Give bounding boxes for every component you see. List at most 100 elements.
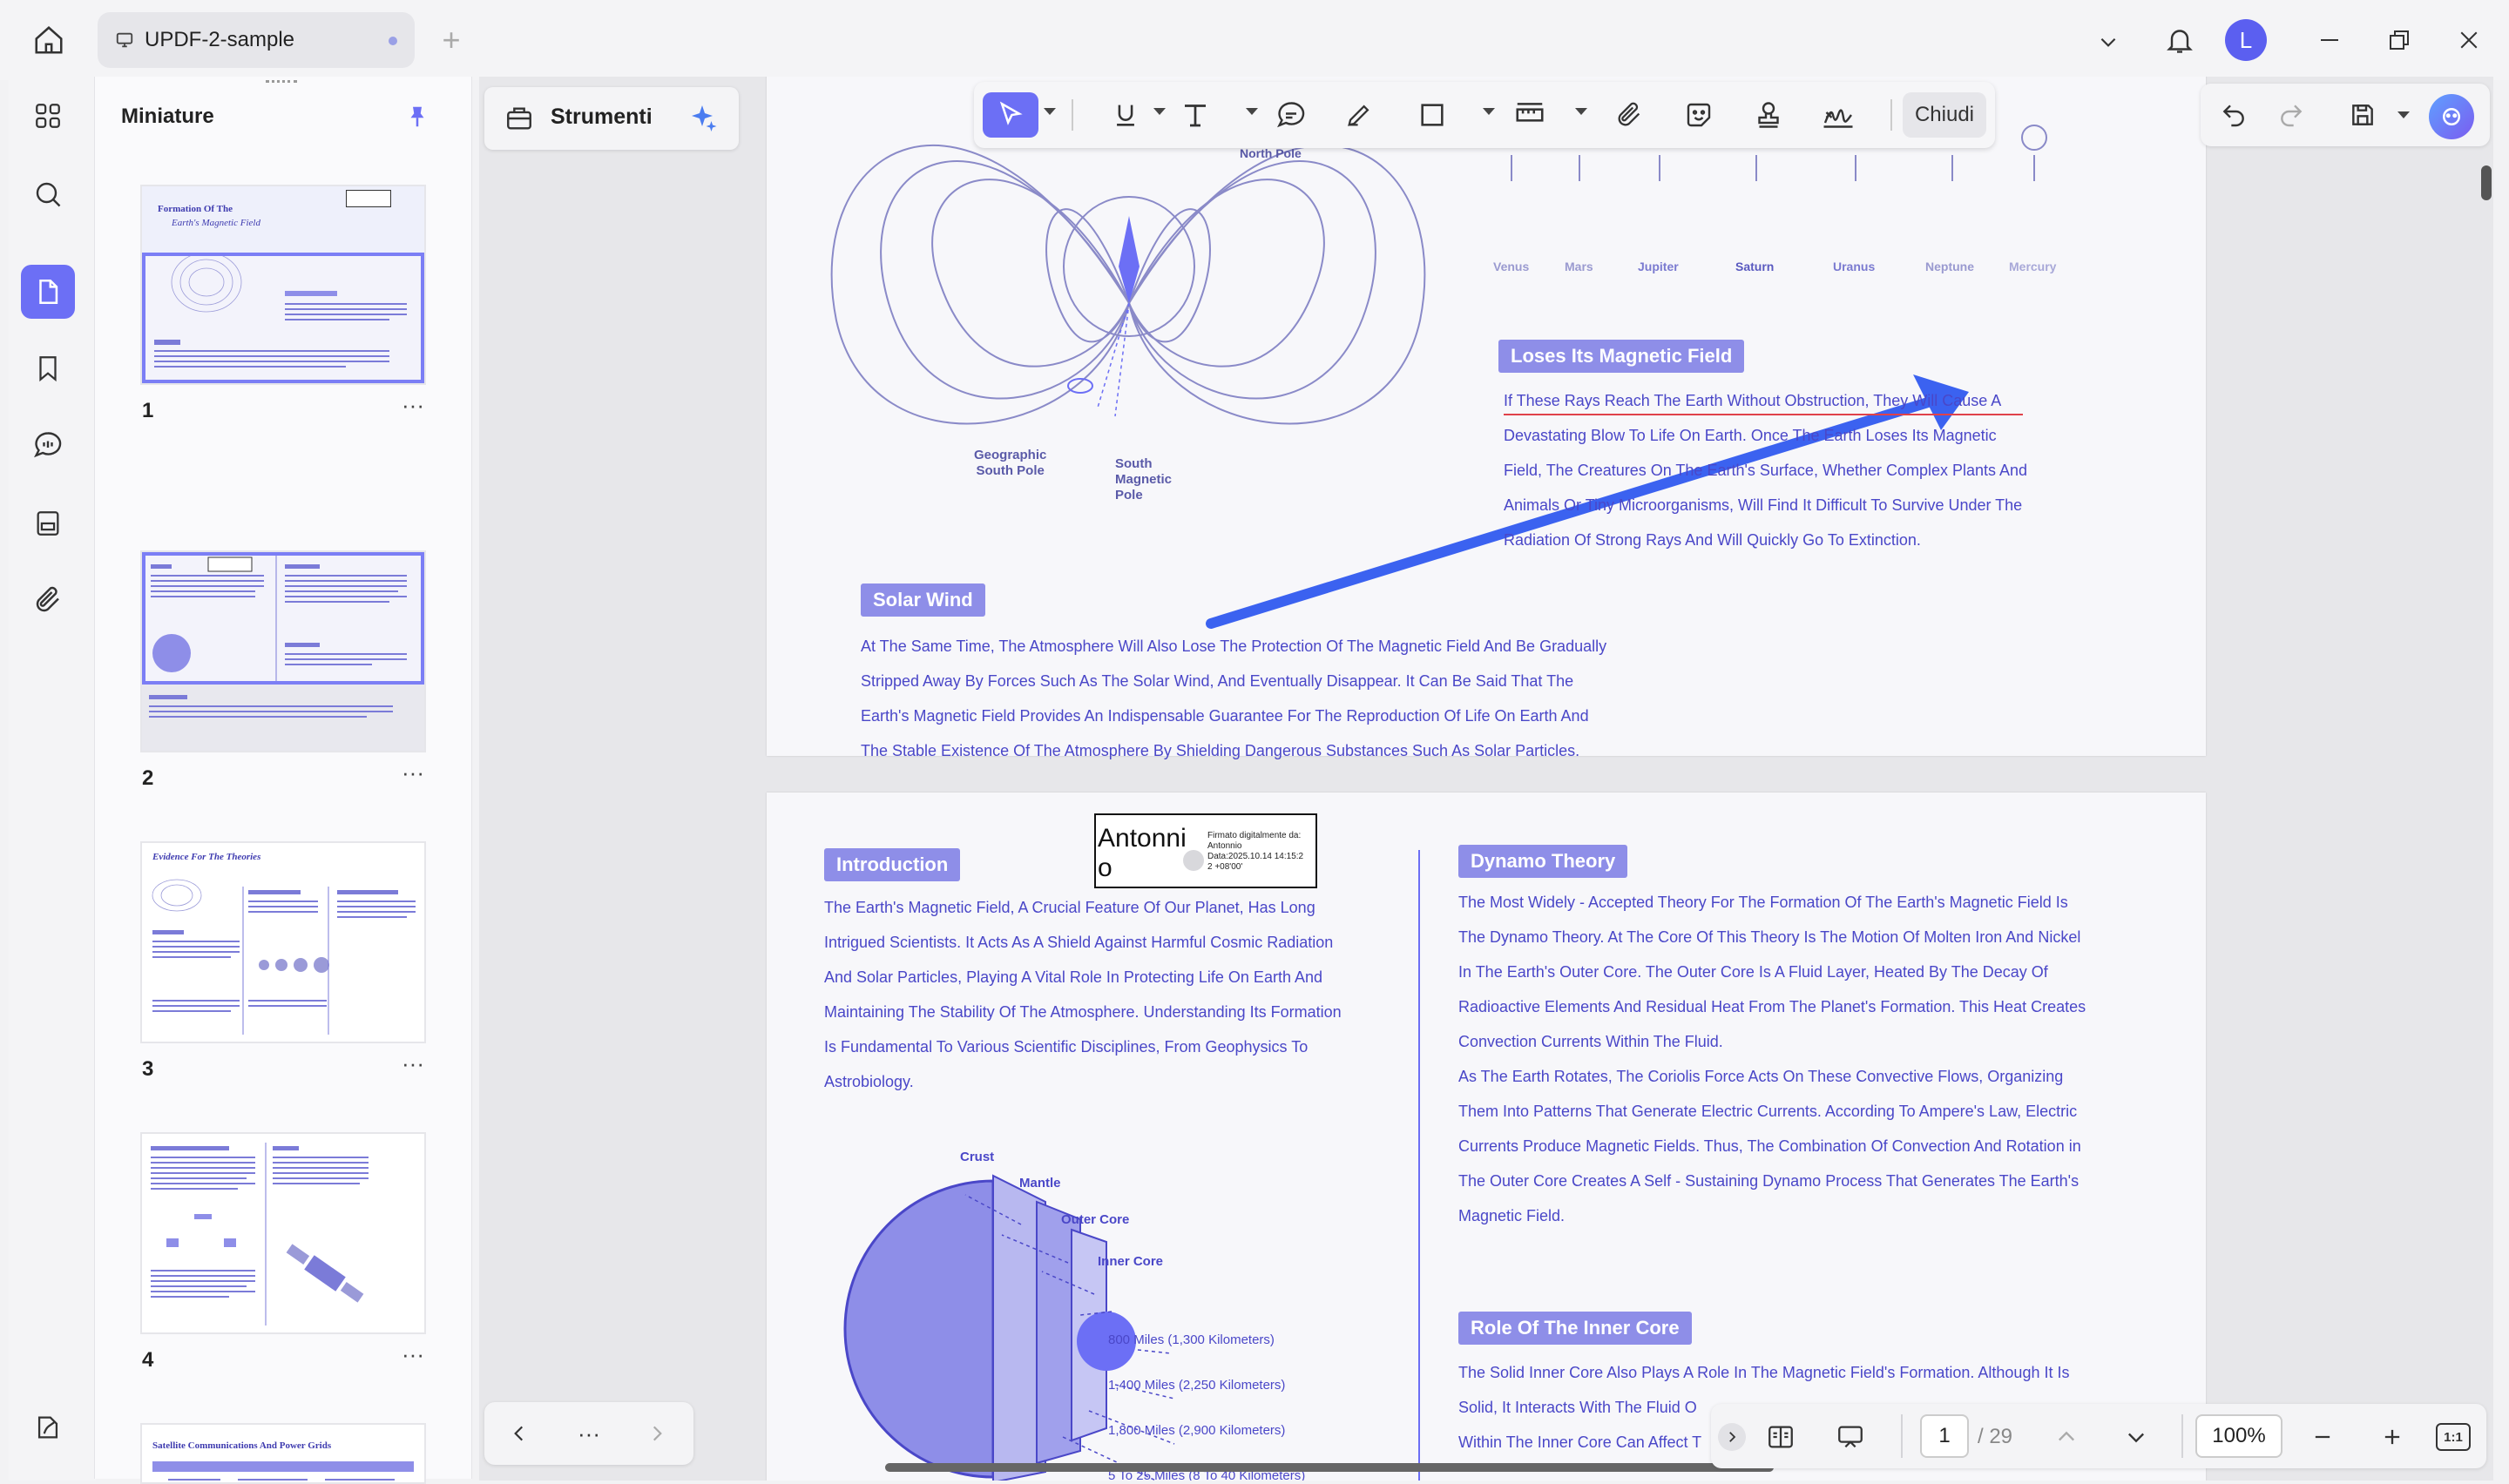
document-actions-toolbar [2201,84,2490,146]
chevron-down-icon[interactable] [2112,1414,2161,1460]
two-page-view-icon[interactable] [1756,1414,1805,1460]
vertical-scrollbar-thumb[interactable] [2481,165,2492,200]
page-number-4: 4 [142,1348,154,1372]
zoom-input[interactable]: 100% [2195,1414,2282,1458]
shape-tool-icon[interactable] [1408,92,1457,138]
underline-tool-icon[interactable] [1101,92,1150,138]
sticker-tool-icon[interactable] [1674,92,1723,138]
divider [1072,99,1073,131]
planet-label: Neptune [1925,260,1974,273]
more-options-icon[interactable]: ··· [565,1411,613,1456]
form-fields-icon[interactable] [21,496,75,550]
digital-signature[interactable]: Antonni o Firmato digitalmente da: Antonni… [1094,813,1317,888]
page-2-more-icon[interactable]: ··· [402,759,424,786]
collapse-toolbar-icon[interactable] [1718,1423,1746,1451]
close-toolbar-button[interactable]: Chiudi [1903,92,1986,138]
page-3-more-icon[interactable]: ··· [402,1050,424,1077]
chevron-down-icon[interactable] [1153,108,1166,115]
attachment-icon[interactable] [21,573,75,627]
chevron-up-icon[interactable] [2042,1414,2091,1460]
signature-seal-icon [1183,850,1204,871]
zoom-in-icon[interactable] [2368,1414,2417,1460]
horizontal-scrollbar-thumb[interactable] [885,1463,1774,1472]
comments-icon[interactable] [21,418,75,472]
new-tab-plus-icon[interactable]: + [434,22,469,57]
document-tab[interactable]: UPDF-2-sample [98,12,415,68]
paragraph: If These Rays Reach The Earth Without Ob… [1504,392,2028,549]
thumb-title: Satellite Communications And Power Grids [152,1440,332,1451]
ai-assistant-icon[interactable] [2429,94,2474,139]
thumbnail-nav-toolbar: ··· [484,1402,693,1465]
ai-assistant-icon[interactable] [21,1400,75,1454]
select-tool-icon[interactable] [983,92,1038,138]
minimize-icon[interactable] [2309,19,2350,61]
actual-size-button[interactable]: 1:1 [2436,1423,2471,1451]
undo-icon[interactable] [2209,92,2258,138]
search-icon[interactable] [21,167,75,221]
drag-handle[interactable] [266,80,297,87]
stamp-tool-icon[interactable] [1744,92,1793,138]
bell-icon[interactable] [2159,19,2201,61]
redo-icon[interactable] [2267,92,2316,138]
comment-tool-icon[interactable] [1267,92,1315,138]
grid-apps-icon[interactable] [21,89,75,143]
layer-label: Inner Core [1098,1254,1164,1269]
distance-label: 1,800 Miles (2,900 Kilometers) [1108,1423,1286,1438]
left-rail [9,77,96,1481]
tools-panel-button[interactable]: Strumenti [484,87,739,150]
chevron-down-icon[interactable] [2089,23,2127,61]
ai-sparkle-icon[interactable] [683,99,721,138]
planet-label: Mars [1565,260,1593,273]
page-thumbnail-4[interactable] [140,1132,426,1334]
chevron-right-icon[interactable] [632,1411,681,1456]
chevron-down-icon[interactable] [1483,108,1495,115]
text-tool-icon[interactable] [1171,92,1220,138]
column-divider [1418,850,1420,1481]
section-heading: Dynamo Theory [1458,845,1628,878]
zoom-out-icon[interactable] [2298,1414,2347,1460]
restore-icon[interactable] [2378,19,2420,61]
chevron-down-icon[interactable] [1246,108,1258,115]
north-pole-label: North Pole [1240,146,1302,160]
unsaved-dot-icon [389,37,397,45]
close-window-icon[interactable] [2448,19,2490,61]
chevron-down-icon[interactable] [2397,111,2410,118]
thumbnail-panel: Miniature Formation Of The Earth's Magne… [94,77,472,1484]
annotation-toolbar: Chiudi [974,82,1995,148]
distance-label: 1,400 Miles (2,250 Kilometers) [1108,1378,1286,1393]
document-viewer[interactable]: North Pole Geographic South Pole South M… [479,77,2493,1481]
thumb-title: Formation Of The [158,204,233,214]
chevron-left-icon[interactable] [495,1411,544,1456]
page-1-more-icon[interactable]: ··· [402,392,424,419]
pencil-tool-icon[interactable] [1335,92,1383,138]
measure-tool-icon[interactable] [1505,92,1554,138]
presentation-icon[interactable] [1826,1414,1875,1460]
attach-tool-icon[interactable] [1605,92,1654,138]
magnetic-south-pole-label: South Magnetic Pole [1115,456,1173,503]
pin-icon[interactable] [400,99,435,134]
divider [1901,1414,1903,1458]
pdf-page-1: North Pole Geographic South Pole South M… [767,77,2206,759]
signature-tool-icon[interactable] [1814,92,1863,138]
home-icon[interactable] [26,19,71,61]
page-number-3: 3 [142,1057,154,1081]
page-thumbnail-3[interactable]: Evidence For The Theories [140,841,426,1043]
save-icon[interactable] [2338,92,2387,138]
page-number-input[interactable]: 1 [1920,1414,1969,1458]
page-4-more-icon[interactable]: ··· [402,1341,424,1368]
page-navigation-toolbar: 1 / 29 100% 1:1 [1711,1404,2486,1468]
page-thumbnail-5[interactable]: Satellite Communications And Power Grids [140,1423,426,1484]
thumbnails-icon[interactable] [21,265,75,319]
toolbox-icon [502,101,537,136]
page-number-2: 2 [142,766,154,790]
page-thumbnail-1[interactable]: Formation Of The Earth's Magnetic Field [140,185,426,385]
section-heading: Introduction [824,848,961,881]
bookmark-icon[interactable] [21,341,75,395]
thumb-signature [346,190,391,207]
divider [1890,99,1892,131]
page-thumbnail-2[interactable] [140,550,426,752]
thumb-viewport [142,253,424,383]
avatar[interactable]: L [2225,19,2267,61]
chevron-down-icon[interactable] [1575,108,1587,115]
chevron-down-icon[interactable] [1044,108,1056,115]
